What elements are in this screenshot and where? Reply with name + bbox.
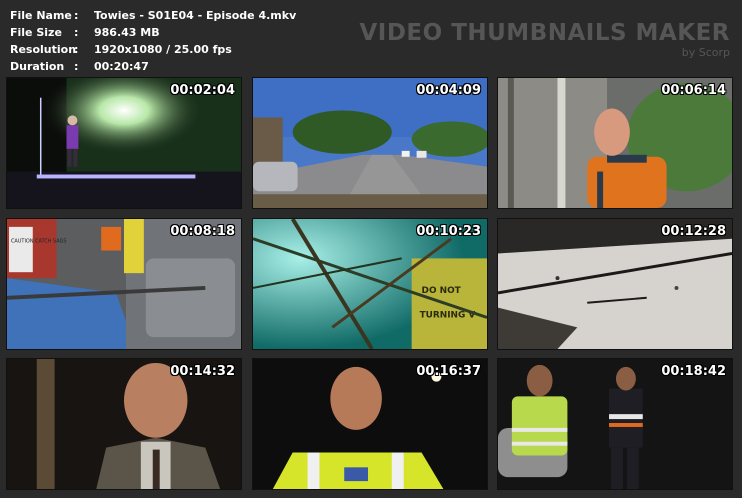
resolution-row: Resolution : 1920x1080 / 25.00 fps: [10, 41, 296, 58]
thumbnail-2[interactable]: 00:04:09: [252, 77, 488, 209]
sign-text: CAUTION CATCH SAGS: [11, 239, 67, 245]
file-name-value: Towies - S01E04 - Episode 4.mkv: [94, 9, 297, 22]
thumbnail-6[interactable]: 00:12:28: [497, 218, 733, 350]
file-info-panel: File Name : Towies - S01E04 - Episode 4.…: [10, 7, 296, 75]
brand-title: VIDEO THUMBNAILS MAKER: [359, 20, 730, 46]
file-size-row: File Size : 986.43 MB: [10, 24, 296, 41]
thumbnail-8[interactable]: 00:16:37: [252, 358, 488, 490]
file-name-label: File Name: [10, 9, 72, 22]
thumbnail-timestamp: 00:02:04: [170, 83, 235, 98]
resolution-value: 1920x1080 / 25.00 fps: [94, 43, 232, 56]
brand-logo: VIDEO THUMBNAILS MAKER by Scorp: [359, 20, 730, 60]
thumbnail-timestamp: 00:06:14: [661, 83, 726, 98]
separator: :: [74, 26, 79, 39]
duration-label: Duration: [10, 60, 65, 73]
duration-value: 00:20:47: [94, 60, 149, 73]
thumbnail-timestamp: 00:16:37: [416, 364, 481, 379]
file-size-label: File Size: [10, 26, 62, 39]
thumbnail-timestamp: 00:08:18: [170, 224, 235, 239]
file-size-value: 986.43 MB: [94, 26, 160, 39]
separator: :: [74, 43, 79, 56]
thumbnail-3[interactable]: 00:06:14: [497, 77, 733, 209]
separator: :: [74, 60, 79, 73]
thumbnail-timestamp: 00:12:28: [661, 224, 726, 239]
thumbnail-5[interactable]: DO NOT TURNING V 00:10:23: [252, 218, 488, 350]
sign-text: DO NOT: [422, 286, 461, 296]
thumbnail-7[interactable]: 00:14:32: [6, 358, 242, 490]
thumbnail-timestamp: 00:18:42: [661, 364, 726, 379]
brand-subtitle: by Scorp: [681, 46, 730, 59]
thumbnail-4[interactable]: CAUTION CATCH SAGS 00:08:18: [6, 218, 242, 350]
thumbnail-1[interactable]: 00:02:04: [6, 77, 242, 209]
separator: :: [74, 9, 79, 22]
thumbnail-timestamp: 00:04:09: [416, 83, 481, 98]
thumbnail-timestamp: 00:14:32: [170, 364, 235, 379]
duration-row: Duration : 00:20:47: [10, 58, 296, 75]
resolution-label: Resolution: [10, 43, 77, 56]
thumbnail-9[interactable]: 00:18:42: [497, 358, 733, 490]
file-name-row: File Name : Towies - S01E04 - Episode 4.…: [10, 7, 296, 24]
thumbnail-timestamp: 00:10:23: [416, 224, 481, 239]
